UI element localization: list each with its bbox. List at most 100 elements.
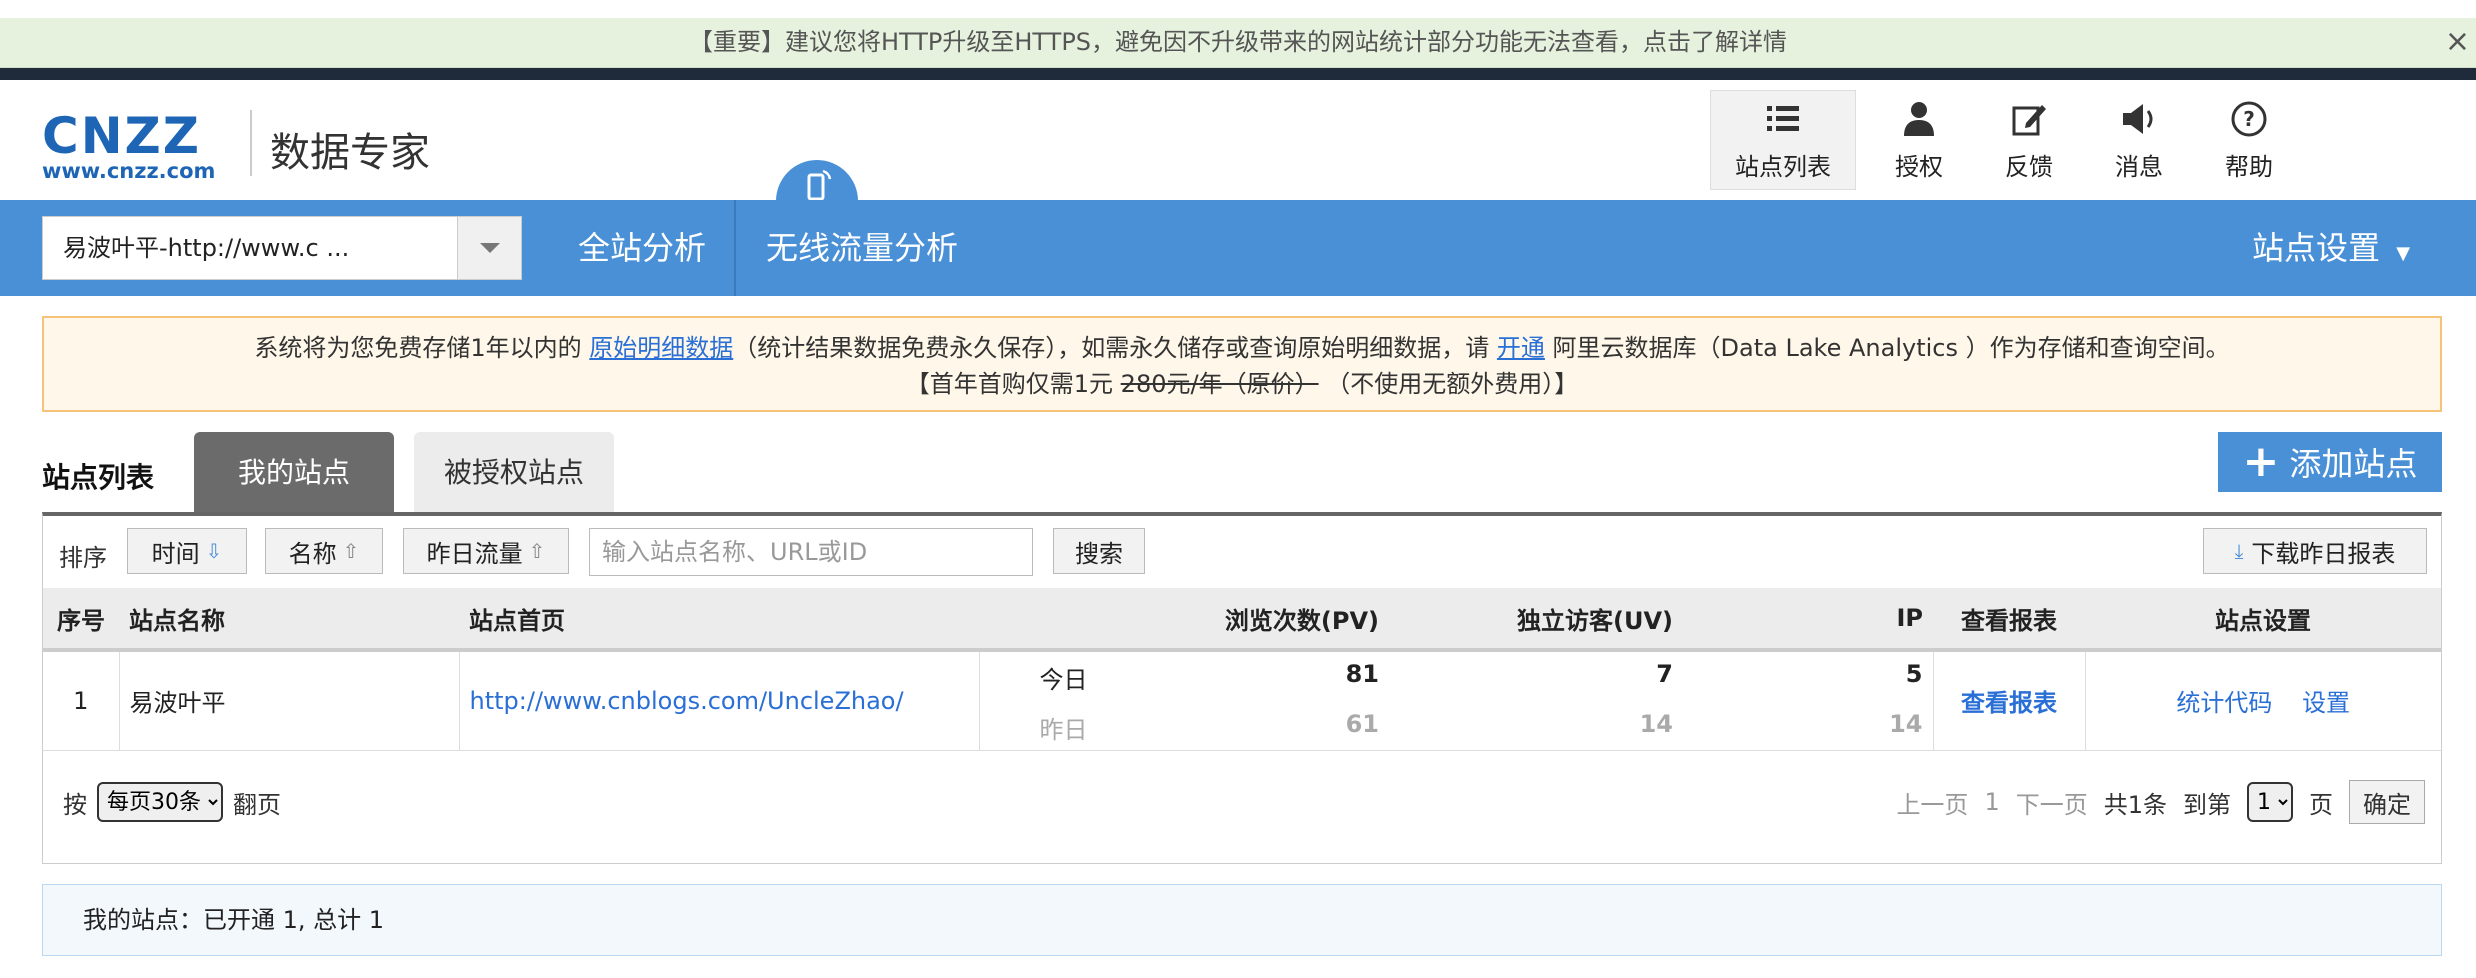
activate-link[interactable]: 开通: [1497, 334, 1545, 362]
page-size-suffix: 翻页: [233, 790, 281, 819]
table-row: 1 易波叶平 http://www.cnblogs.com/UncleZhao/…: [43, 650, 2441, 751]
today-pv: 81: [1345, 660, 1379, 688]
site-settings-menu[interactable]: 站点设置 ▼: [2252, 200, 2410, 296]
nav-label: 反馈: [2005, 152, 2053, 181]
tracking-code-link[interactable]: 统计代码: [2176, 689, 2272, 717]
sort-toolbar: 排序 时间⇩ 名称⇧ 昨日流量⇧ 搜索 ⤓下载昨日报表: [43, 516, 2441, 588]
tab-all-analysis[interactable]: 全站分析: [578, 200, 706, 296]
site-list-panel: 排序 时间⇩ 名称⇧ 昨日流量⇧ 搜索 ⤓下载昨日报表 序号 站点名称 站点首页…: [42, 512, 2442, 864]
next-page-link[interactable]: 下一页: [2016, 785, 2088, 820]
arrow-up-icon: ⇧: [528, 539, 546, 563]
nav-separator: [734, 200, 736, 296]
info-line-1: 系统将为您免费存储1年以内的 原始明细数据（统计结果数据免费永久保存），如需永久…: [44, 330, 2440, 366]
settings-link[interactable]: 设置: [2302, 689, 2350, 717]
goto-label: 到第: [2183, 790, 2231, 819]
original-price: 280元/年（原价）: [1120, 370, 1319, 398]
notice-text[interactable]: 【重要】建议您将HTTP升级至HTTPS，避免因不升级带来的网站统计部分功能无法…: [689, 28, 1787, 56]
sort-label: 排序: [59, 544, 107, 572]
arrow-up-icon: ⇧: [342, 539, 360, 563]
download-report-button[interactable]: ⤓ 下载昨日报表: [2203, 528, 2427, 574]
sort-by-traffic-button[interactable]: 昨日流量 ⇧: [403, 528, 569, 574]
edit-icon: [2012, 104, 2046, 135]
main-nav-bar: 易波叶平-http://www.c ... 全站分析 无线流量分析 站点设置 ▼: [0, 200, 2476, 296]
view-report-link[interactable]: 查看报表: [1961, 689, 2057, 717]
site-homepage-link[interactable]: http://www.cnblogs.com/UncleZhao/: [470, 687, 904, 715]
search-button[interactable]: 搜索: [1053, 528, 1145, 574]
report-cell: 查看报表: [1933, 650, 2086, 751]
close-icon[interactable]: ×: [2445, 18, 2470, 66]
raw-data-link[interactable]: 原始明细数据: [589, 334, 733, 362]
caret-down-icon: ▼: [2396, 243, 2411, 264]
arrow-down-icon: ⇩: [205, 539, 223, 563]
sort-name-label: 名称: [288, 539, 337, 568]
nav-help[interactable]: ? 帮助: [2194, 90, 2304, 190]
help-icon: ?: [2231, 101, 2267, 136]
goto-page-select[interactable]: 1: [2247, 782, 2293, 822]
sort-by-name-button[interactable]: 名称 ⇧: [265, 528, 383, 574]
download-icon: ⤓: [2234, 539, 2244, 563]
page-size-control: 按 每页30条 翻页: [63, 782, 281, 822]
https-notice-bar[interactable]: 【重要】建议您将HTTP升级至HTTPS，避免因不升级带来的网站统计部分功能无法…: [0, 18, 2476, 68]
nav-feedback[interactable]: 反馈: [1974, 90, 2084, 190]
site-settings-label: 站点设置: [2252, 229, 2381, 267]
settings-cell: 统计代码 设置: [2085, 650, 2441, 751]
today-label: 今日: [1039, 666, 1088, 694]
logo-subtitle: 数据专家: [270, 130, 430, 176]
tab-wireless-analysis[interactable]: 无线流量分析: [766, 200, 958, 296]
today-uv: 7: [1656, 660, 1673, 688]
current-page: 1: [1984, 788, 2000, 816]
site-selector-value: 易波叶平-http://www.c ...: [63, 234, 350, 262]
header: CNZZ www.cnzz.com 数据专家 站点列表 授权 反馈 消息 ? 帮…: [0, 80, 2476, 200]
row-url-cell: http://www.cnblogs.com/UncleZhao/: [459, 650, 980, 751]
prev-page-link[interactable]: 上一页: [1896, 785, 1968, 820]
row-site-name: 易波叶平: [119, 650, 460, 751]
col-pv: 浏览次数(PV): [979, 588, 1393, 652]
tab-authorized-sites[interactable]: 被授权站点: [414, 432, 614, 514]
chevron-down-icon[interactable]: [457, 217, 521, 279]
user-icon: [1904, 101, 1934, 136]
site-search-input[interactable]: [589, 528, 1033, 576]
pagination: 按 每页30条 翻页 上一页 1 下一页 共1条 到第 1 页 确定: [43, 770, 2441, 830]
page-unit: 页: [2309, 790, 2333, 819]
uv-cell: 7 14: [1393, 650, 1683, 751]
tab-my-sites[interactable]: 我的站点: [194, 432, 394, 514]
price-note: （不使用无额外费用）】: [1318, 370, 1579, 398]
site-selector[interactable]: 易波叶平-http://www.c ...: [42, 216, 522, 280]
top-strip: [0, 68, 2476, 80]
today-ip: 5: [1905, 660, 1923, 688]
price-text: 【首年首购仅需1元: [905, 370, 1121, 398]
pv-cell: 今日 昨日 81 61: [979, 650, 1393, 751]
col-index: 序号: [43, 588, 119, 652]
list-icon: [1767, 105, 1799, 131]
yesterday-uv: 14: [1639, 710, 1673, 738]
svg-text:?: ?: [2243, 107, 2255, 131]
nav-messages[interactable]: 消息: [2084, 90, 2194, 190]
col-ip: IP: [1683, 588, 1933, 652]
page-size-select[interactable]: 每页30条: [97, 782, 223, 822]
add-site-button[interactable]: + 添加站点: [2218, 432, 2442, 492]
logo-brand: CNZZ: [42, 107, 202, 165]
nav-authorize[interactable]: 授权: [1864, 90, 1974, 190]
plus-icon: +: [2242, 436, 2280, 487]
sort-traffic-label: 昨日流量: [426, 539, 523, 568]
confirm-button[interactable]: 确定: [2349, 780, 2425, 824]
col-homepage: 站点首页: [459, 588, 979, 652]
row-index: 1: [43, 650, 120, 751]
info-text: （统计结果数据免费永久保存），如需永久储存或查询原始明细数据，请: [733, 334, 1497, 362]
storage-info-box: 系统将为您免费存储1年以内的 原始明细数据（统计结果数据免费永久保存），如需永久…: [42, 316, 2442, 412]
nav-label: 授权: [1895, 152, 1943, 181]
site-summary: 我的站点：已开通 1, 总计 1: [42, 884, 2442, 956]
yesterday-label: 昨日: [1039, 716, 1088, 744]
speaker-icon: [2123, 103, 2153, 134]
total-count: 共1条: [2103, 790, 2167, 819]
top-nav: 站点列表 授权 反馈 消息 ? 帮助: [1710, 90, 2304, 190]
info-text: 阿里云数据库（Data Lake Analytics ）作为存储和查询空间。: [1544, 334, 2230, 362]
sort-by-time-button[interactable]: 时间 ⇩: [127, 528, 247, 574]
yesterday-ip: 14: [1889, 710, 1923, 738]
add-site-label: 添加站点: [2289, 445, 2418, 483]
sort-time-label: 时间: [151, 539, 200, 568]
ip-cell: 5 14: [1683, 650, 1934, 751]
cnzz-logo[interactable]: CNZZ www.cnzz.com: [42, 107, 228, 182]
info-line-2: 【首年首购仅需1元 280元/年（原价） （不使用无额外费用）】: [44, 366, 2440, 402]
nav-site-list[interactable]: 站点列表: [1710, 90, 1856, 190]
